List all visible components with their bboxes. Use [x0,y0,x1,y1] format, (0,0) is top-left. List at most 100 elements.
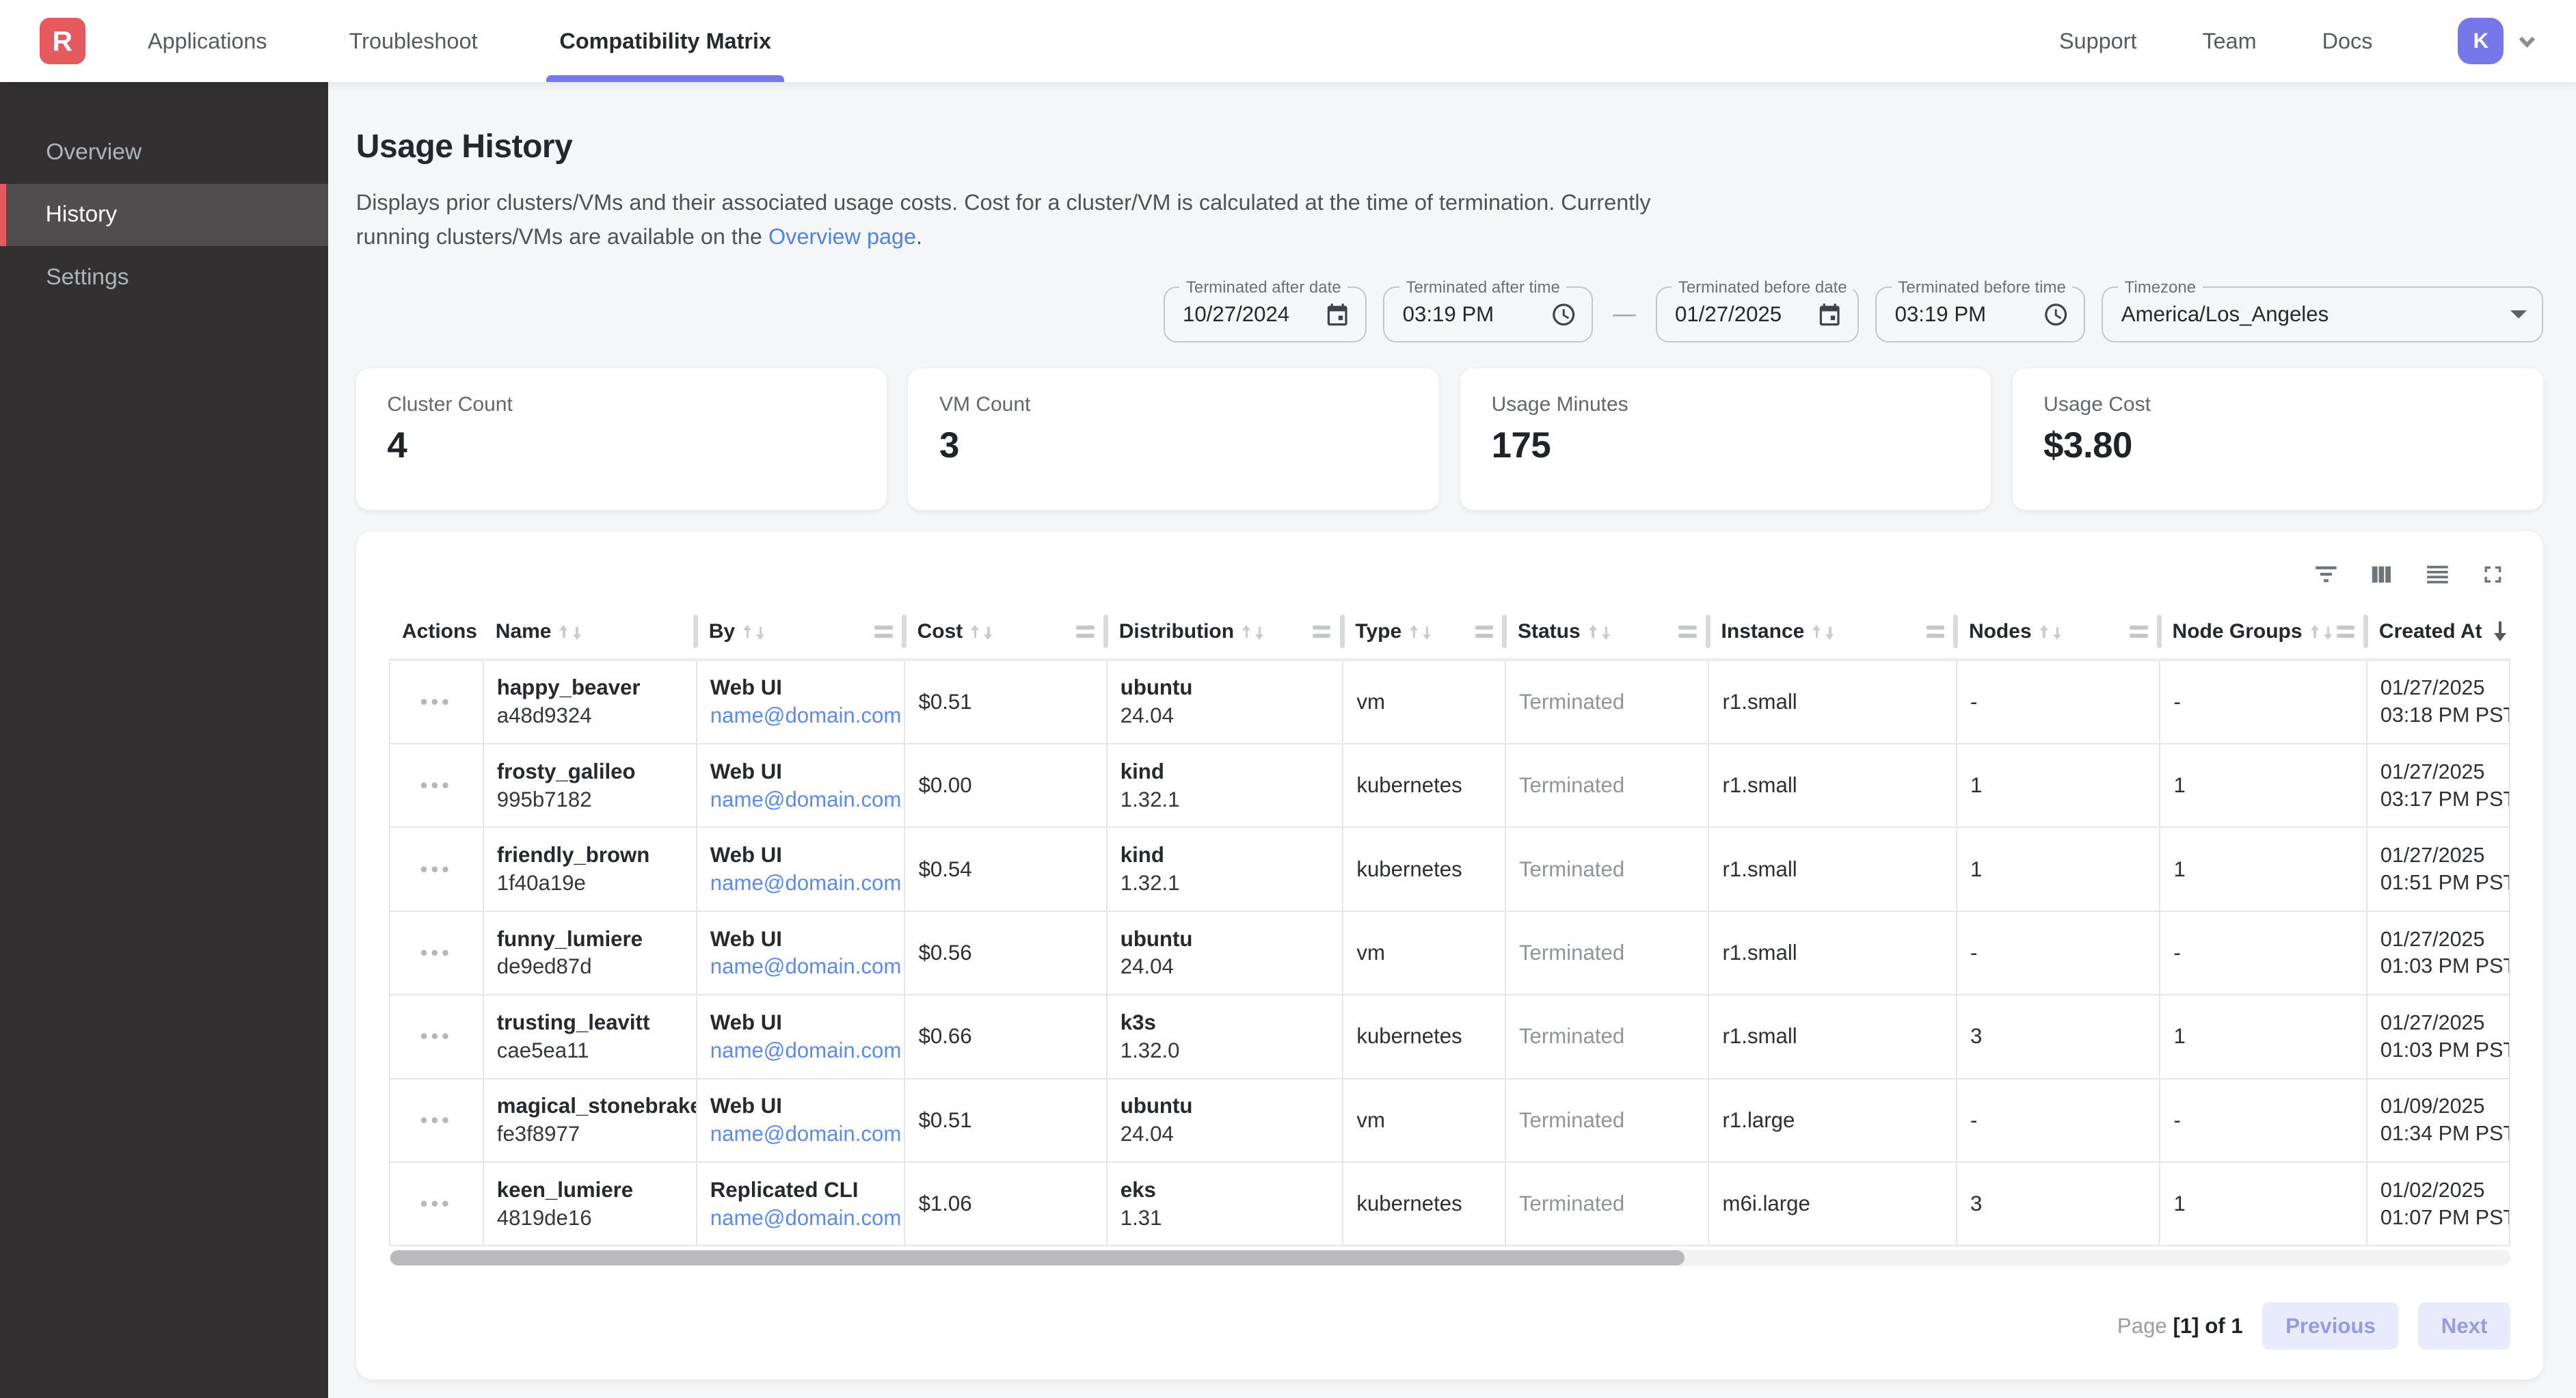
column-header-instance[interactable]: Instance [1708,605,1955,658]
column-menu-icon[interactable] [1076,626,1094,638]
column-menu-icon[interactable] [874,626,892,638]
row-actions-cell: ••• [390,661,484,743]
terminated-before-time-field[interactable]: Terminated before time 03:19 PM [1875,286,2085,342]
email-link[interactable]: name@domain.com [710,871,891,896]
table-toolbar [389,554,2510,605]
nodes-cell: - [1957,1079,2161,1161]
account-menu[interactable]: K [2458,18,2536,64]
clock-icon[interactable] [1551,301,1577,327]
email-link[interactable]: name@domain.com [710,788,891,812]
column-header-cost[interactable]: Cost [904,605,1105,658]
column-header-created-at[interactable]: Created At [2366,605,2510,658]
terminated-before-date-value[interactable]: 01/27/2025 [1675,302,1803,327]
by-cell: Web UIname@domain.com [697,828,906,910]
distribution-cell: kind1.32.1 [1108,828,1344,910]
sidebar-item-overview[interactable]: Overview [0,122,328,184]
node-groups-cell: - [2160,661,2367,743]
cost-cell: $0.54 [905,828,1107,910]
terminated-before-date-field[interactable]: Terminated before date 01/27/2025 [1656,286,1860,342]
secondary-nav: Support Team Docs K [2056,18,2536,64]
avatar[interactable]: K [2458,18,2504,64]
filter-icon[interactable] [2312,561,2340,589]
timezone-select[interactable]: Timezone America/Los_Angeles [2102,286,2543,342]
page-indicator: Page [1] of 1 [2117,1314,2243,1339]
density-icon[interactable] [2424,561,2452,589]
column-header-distribution[interactable]: Distribution [1106,605,1343,658]
cost-cell: $0.51 [905,661,1107,743]
terminated-after-time-field[interactable]: Terminated after time 03:19 PM [1383,286,1593,342]
row-actions-button[interactable]: ••• [420,861,453,878]
replicated-logo[interactable]: R [40,18,85,64]
nav-item-applications[interactable]: Applications [135,0,280,82]
sort-icon [1811,623,1836,640]
email-link[interactable]: name@domain.com [710,703,891,728]
next-page-button[interactable]: Next [2418,1302,2510,1350]
sidebar-item-settings[interactable]: Settings [0,246,328,308]
terminated-before-time-value[interactable]: 03:19 PM [1895,302,2030,327]
terminated-after-time-value[interactable]: 03:19 PM [1403,302,1538,327]
clock-icon[interactable] [2043,301,2069,327]
column-menu-icon[interactable] [1313,626,1330,638]
terminated-after-date-field[interactable]: Terminated after date 10/27/2024 [1164,286,1367,342]
created-at-cell: 01/02/202501:07 PM PST [2367,1163,2510,1245]
created-at-cell: 01/09/202501:34 PM PST [2367,1079,2510,1161]
row-actions-button[interactable]: ••• [420,694,453,710]
column-header-by[interactable]: By [696,605,904,658]
column-header-nodes[interactable]: Nodes [1956,605,2160,658]
column-menu-icon[interactable] [1678,626,1696,638]
horizontal-scrollbar[interactable] [389,1250,2510,1266]
status-cell: Terminated [1506,912,1710,994]
row-actions-cell: ••• [390,1079,484,1161]
active-tab-underline [546,75,784,82]
column-header-node-groups[interactable]: Node Groups [2159,605,2365,658]
timezone-value[interactable]: America/Los_Angeles [2121,302,2497,327]
columns-icon[interactable] [2367,561,2396,589]
column-menu-icon[interactable] [1927,626,1944,638]
nodes-cell: 1 [1957,828,2161,910]
status-cell: Terminated [1506,828,1710,910]
created-at-cell: 01/27/202501:03 PM PST [2367,995,2510,1077]
row-actions-button[interactable]: ••• [420,1196,453,1212]
terminated-after-date-value[interactable]: 10/27/2024 [1183,302,1311,327]
column-header-type[interactable]: Type [1342,605,1505,658]
node-groups-cell: 1 [2160,828,2367,910]
overview-page-link[interactable]: Overview page [768,224,916,249]
fullscreen-icon[interactable] [2479,561,2507,589]
column-menu-icon[interactable] [1475,626,1493,638]
scrollbar-thumb[interactable] [390,1250,1685,1265]
column-menu-icon[interactable] [2130,626,2147,638]
column-menu-icon[interactable] [2337,626,2354,638]
row-actions-button[interactable]: ••• [420,1028,453,1045]
nav-item-docs[interactable]: Docs [2319,29,2376,54]
previous-page-button[interactable]: Previous [2262,1302,2398,1350]
email-link[interactable]: name@domain.com [710,1206,891,1231]
email-link[interactable]: name@domain.com [710,1038,891,1063]
status-cell: Terminated [1506,995,1710,1077]
row-actions-button[interactable]: ••• [420,945,453,961]
calendar-icon[interactable] [1816,301,1842,327]
column-header-status[interactable]: Status [1505,605,1708,658]
column-header-name[interactable]: Name [483,605,696,658]
node-groups-cell: 1 [2160,995,2367,1077]
sort-icon [1241,623,1265,640]
row-actions-button[interactable]: ••• [420,777,453,794]
email-link[interactable]: name@domain.com [710,1122,891,1146]
stat-card-vm-count: VM Count 3 [908,368,1438,509]
vm-count-value: 3 [939,425,1408,466]
nav-item-support[interactable]: Support [2056,29,2140,54]
nav-item-troubleshoot[interactable]: Troubleshoot [336,0,490,82]
usage-minutes-value: 175 [1492,425,1960,466]
nav-item-team[interactable]: Team [2199,29,2260,54]
table-row: ••• keen_lumiere4819de16 Replicated CLIn… [389,1163,2510,1246]
calendar-icon[interactable] [1324,301,1350,327]
row-actions-button[interactable]: ••• [420,1112,453,1129]
sidebar-item-history[interactable]: History [0,184,328,246]
instance-cell: r1.large [1709,1079,1957,1161]
chevron-down-icon [2517,31,2537,51]
email-link[interactable]: name@domain.com [710,954,891,979]
type-cell: vm [1343,912,1506,994]
table-row: ••• frosty_galileo995b7182 Web UIname@do… [389,744,2510,828]
sort-icon [2038,623,2063,640]
nav-item-compatibility-matrix[interactable]: Compatibility Matrix [546,0,784,82]
instance-cell: r1.small [1709,828,1957,910]
